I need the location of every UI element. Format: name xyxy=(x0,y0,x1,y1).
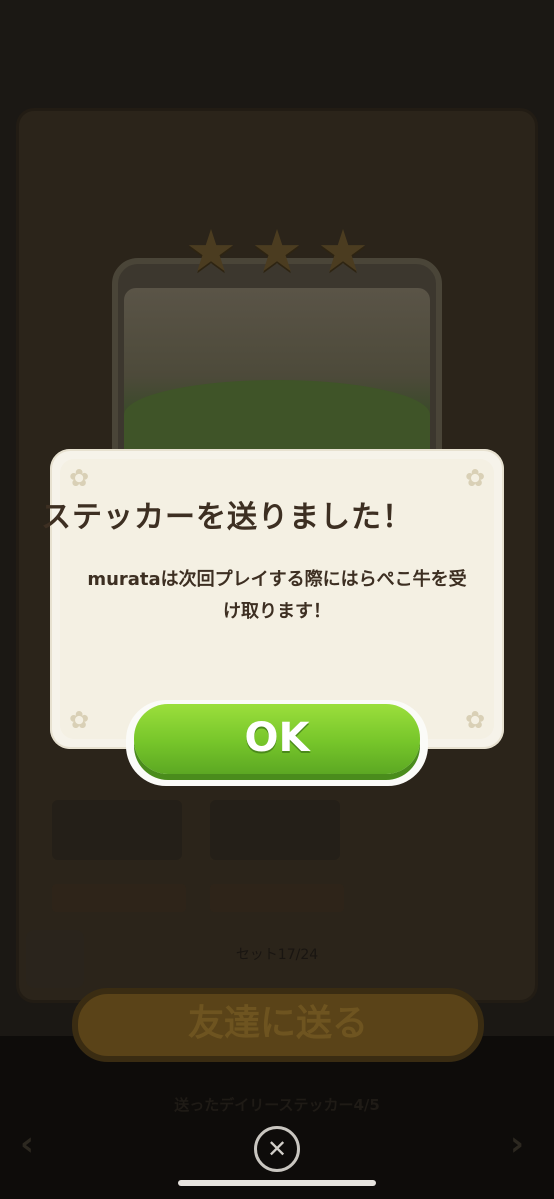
sticker-tile-label xyxy=(210,884,344,912)
star-icon: ★ xyxy=(185,217,237,285)
send-to-friend-button[interactable]: 友達に送る xyxy=(72,988,484,1062)
star-rating: ★ ★ ★ xyxy=(182,222,372,282)
sticker-tile[interactable] xyxy=(210,800,340,860)
flower-corner-icon: ✿ xyxy=(68,706,90,734)
sticker-tile[interactable] xyxy=(52,800,182,860)
flower-corner-icon: ✿ xyxy=(464,464,486,492)
star-icon: ★ xyxy=(251,217,303,285)
sticker-tile-label xyxy=(52,884,186,912)
flower-corner-icon: ✿ xyxy=(464,706,486,734)
close-icon[interactable]: ✕ xyxy=(254,1126,300,1172)
flower-corner-icon: ✿ xyxy=(68,464,90,492)
chevron-left-icon[interactable]: ‹ xyxy=(20,1124,34,1164)
star-icon: ★ xyxy=(317,217,369,285)
daily-sent-count: 送ったデイリーステッカー4/5 xyxy=(174,1096,380,1114)
set-progress: セット17/24 xyxy=(235,947,319,963)
dialog-title: ステッカーを送りました！ xyxy=(41,500,413,535)
sticker-art-hill xyxy=(124,380,430,450)
chevron-right-icon[interactable]: › xyxy=(510,1124,524,1164)
home-indicator xyxy=(178,1180,376,1186)
ok-button[interactable]: OK xyxy=(134,704,420,774)
dialog-message: murataは次回プレイする際にはらぺこ牛を受け取ります！ xyxy=(87,569,467,622)
